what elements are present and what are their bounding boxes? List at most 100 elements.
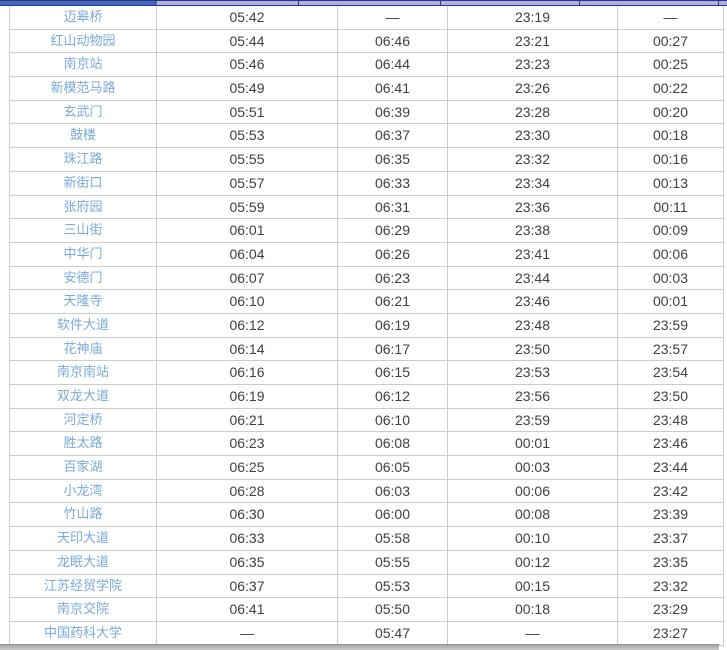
station-link[interactable]: 百家湖 xyxy=(10,456,157,480)
station-link[interactable]: 中国药科大学 xyxy=(10,621,157,646)
time-cell: 00:16 xyxy=(618,148,724,172)
time-cell: — xyxy=(618,6,724,30)
station-link[interactable]: 迈皋桥 xyxy=(10,6,157,30)
time-cell: 23:59 xyxy=(448,408,618,433)
time-cell: 23:32 xyxy=(618,574,724,599)
time-cell: 23:59 xyxy=(618,313,724,338)
time-cell: 06:28 xyxy=(157,479,338,504)
time-cell: 23:30 xyxy=(448,124,618,149)
time-cell: 00:20 xyxy=(618,100,724,125)
time-cell: 00:09 xyxy=(618,219,724,243)
station-link[interactable]: 中华门 xyxy=(10,242,157,267)
time-cell: 23:19 xyxy=(448,6,618,30)
time-cell: 23:48 xyxy=(618,408,724,433)
table-row: 新街口 05:57 06:33 23:34 00:13 xyxy=(10,171,724,196)
time-cell: 23:21 xyxy=(448,29,618,54)
time-cell: 00:03 xyxy=(618,266,724,291)
time-cell: 05:53 xyxy=(157,124,338,149)
time-cell: 06:29 xyxy=(338,219,448,243)
station-link[interactable]: 南京站 xyxy=(10,53,157,78)
header-strip-segment xyxy=(157,1,298,5)
table-row: 中华门 06:04 06:26 23:41 00:06 xyxy=(10,242,724,267)
table-row: 珠江路 05:55 06:35 23:32 00:16 xyxy=(10,148,724,172)
time-cell: 05:49 xyxy=(157,77,338,101)
time-cell: 06:44 xyxy=(338,53,448,78)
time-cell: 05:57 xyxy=(157,171,338,196)
time-cell: 23:46 xyxy=(448,290,618,314)
station-link[interactable]: 双龙大道 xyxy=(10,385,157,409)
time-cell: 23:36 xyxy=(448,195,618,220)
station-link[interactable]: 小龙湾 xyxy=(10,479,157,504)
station-link[interactable]: 红山动物园 xyxy=(10,29,157,54)
table-row: 南京南站 06:16 06:15 23:53 23:54 xyxy=(10,361,724,385)
time-cell: 23:39 xyxy=(618,503,724,528)
time-cell: 00:10 xyxy=(448,527,618,551)
time-cell: 06:41 xyxy=(338,77,448,101)
time-cell: 05:47 xyxy=(338,621,448,646)
time-cell: 05:55 xyxy=(338,550,448,575)
timetable: 迈皋桥 05:42 — 23:19 — 红山动物园 05:44 06:46 23… xyxy=(9,6,724,646)
time-cell: 23:53 xyxy=(448,361,618,385)
station-link[interactable]: 花神庙 xyxy=(10,337,157,362)
table-row: 南京站 05:46 06:44 23:23 00:25 xyxy=(10,53,724,78)
time-cell: 06:08 xyxy=(338,432,448,457)
station-link[interactable]: 珠江路 xyxy=(10,148,157,172)
station-link[interactable]: 新街口 xyxy=(10,171,157,196)
station-link[interactable]: 南京交院 xyxy=(10,598,157,622)
time-cell: 00:18 xyxy=(448,598,618,622)
station-link[interactable]: 张府园 xyxy=(10,195,157,220)
station-link[interactable]: 鼓楼 xyxy=(10,124,157,149)
table-row: 三山街 06:01 06:29 23:38 00:09 xyxy=(10,219,724,243)
table-row: 百家湖 06:25 06:05 00:03 23:44 xyxy=(10,456,724,480)
station-link[interactable]: 天隆寺 xyxy=(10,290,157,314)
time-cell: 23:32 xyxy=(448,148,618,172)
station-link[interactable]: 竹山路 xyxy=(10,503,157,528)
time-cell: 00:08 xyxy=(448,503,618,528)
time-cell: 23:27 xyxy=(618,621,724,646)
time-cell: 06:26 xyxy=(338,242,448,267)
header-strip-segment xyxy=(579,1,718,5)
time-cell: 06:39 xyxy=(338,100,448,125)
time-cell: 00:22 xyxy=(618,77,724,101)
time-cell: 06:35 xyxy=(338,148,448,172)
time-cell: 05:55 xyxy=(157,148,338,172)
table-row: 小龙湾 06:28 06:03 00:06 23:42 xyxy=(10,479,724,504)
station-link[interactable]: 南京南站 xyxy=(10,361,157,385)
station-link[interactable]: 龙眠大道 xyxy=(10,550,157,575)
time-cell: 05:53 xyxy=(338,574,448,599)
time-cell: 06:15 xyxy=(338,361,448,385)
time-cell: 05:59 xyxy=(157,195,338,220)
time-cell: 00:18 xyxy=(618,124,724,149)
time-cell: 06:41 xyxy=(157,598,338,622)
station-link[interactable]: 软件大道 xyxy=(10,313,157,338)
table-row: 红山动物园 05:44 06:46 23:21 00:27 xyxy=(10,29,724,54)
time-cell: 06:21 xyxy=(338,290,448,314)
time-cell: 06:19 xyxy=(157,385,338,409)
time-cell: 06:33 xyxy=(157,527,338,551)
time-cell: 05:58 xyxy=(338,527,448,551)
time-cell: 23:23 xyxy=(448,53,618,78)
time-cell: 06:23 xyxy=(338,266,448,291)
time-cell: 06:33 xyxy=(338,171,448,196)
station-link[interactable]: 安德门 xyxy=(10,266,157,291)
table-row: 鼓楼 05:53 06:37 23:30 00:18 xyxy=(10,124,724,149)
station-link[interactable]: 天印大道 xyxy=(10,527,157,551)
station-link[interactable]: 玄武门 xyxy=(10,100,157,125)
time-cell: 00:15 xyxy=(448,574,618,599)
table-row: 龙眠大道 06:35 05:55 00:12 23:35 xyxy=(10,550,724,575)
station-link[interactable]: 江苏经贸学院 xyxy=(10,574,157,599)
station-link[interactable]: 河定桥 xyxy=(10,408,157,433)
time-cell: 23:28 xyxy=(448,100,618,125)
header-strip-segment xyxy=(718,1,727,5)
time-cell: 23:57 xyxy=(618,337,724,362)
time-cell: 06:10 xyxy=(338,408,448,433)
time-cell: 05:42 xyxy=(157,6,338,30)
station-link[interactable]: 三山街 xyxy=(10,219,157,243)
time-cell: 06:00 xyxy=(338,503,448,528)
table-row: 天印大道 06:33 05:58 00:10 23:37 xyxy=(10,527,724,551)
time-cell: 06:12 xyxy=(338,385,448,409)
station-link[interactable]: 胜太路 xyxy=(10,432,157,457)
table-row: 张府园 05:59 06:31 23:36 00:11 xyxy=(10,195,724,220)
station-link[interactable]: 新模范马路 xyxy=(10,77,157,101)
table-row: 南京交院 06:41 05:50 00:18 23:29 xyxy=(10,598,724,622)
